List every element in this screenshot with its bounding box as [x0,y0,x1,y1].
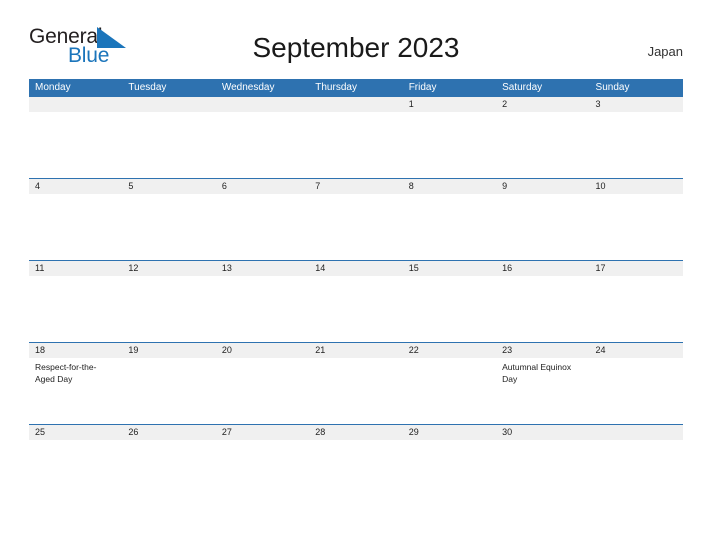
day-cell[interactable] [496,194,589,260]
calendar-week-row: 4 5 6 7 8 9 10 [29,178,683,260]
week-event-band [29,440,683,506]
day-cell[interactable] [216,358,309,424]
day-number[interactable]: 4 [29,179,122,194]
week-event-band: Respect-for-the-Aged Day Autumnal Equino… [29,358,683,424]
day-number[interactable]: 11 [29,261,122,276]
day-cell[interactable] [403,276,496,342]
day-cell[interactable] [29,276,122,342]
week-event-band [29,112,683,178]
day-cell[interactable] [29,194,122,260]
day-number[interactable]: 3 [590,97,683,112]
day-number[interactable]: 15 [403,261,496,276]
day-cell[interactable] [216,440,309,506]
day-number[interactable]: 18 [29,343,122,358]
day-number[interactable] [309,97,402,112]
day-cell[interactable] [309,440,402,506]
day-number[interactable]: 14 [309,261,402,276]
day-event-text: Autumnal Equinox Day [502,362,572,384]
day-number[interactable] [216,97,309,112]
day-cell[interactable] [403,194,496,260]
day-cell[interactable] [496,112,589,178]
day-cell[interactable] [309,358,402,424]
weekday-header-monday: Monday [35,82,71,93]
day-number[interactable]: 22 [403,343,496,358]
day-cell[interactable] [496,276,589,342]
week-date-band: 1 2 3 [29,96,683,112]
week-date-band: 4 5 6 7 8 9 10 [29,178,683,194]
day-cell[interactable] [590,440,683,506]
day-cell[interactable] [122,358,215,424]
day-number[interactable]: 5 [122,179,215,194]
day-number[interactable]: 1 [403,97,496,112]
day-cell[interactable] [309,276,402,342]
day-number[interactable]: 20 [216,343,309,358]
day-number[interactable] [122,97,215,112]
day-cell[interactable] [309,194,402,260]
day-cell[interactable] [309,112,402,178]
page-title: September 2023 [252,32,460,63]
day-event-text: Respect-for-the-Aged Day [35,362,97,384]
day-cell[interactable] [590,358,683,424]
day-number[interactable]: 19 [122,343,215,358]
day-number[interactable]: 13 [216,261,309,276]
day-number[interactable]: 8 [403,179,496,194]
day-number[interactable]: 27 [216,425,309,440]
weekday-header-sunday: Sunday [595,82,630,93]
calendar-week-row: 11 12 13 14 15 16 17 [29,260,683,342]
calendar-week-row: 18 19 20 21 22 23 24 Respect-for-the-Age… [29,342,683,424]
calendar-week-row: 1 2 3 [29,96,683,178]
day-number[interactable]: 16 [496,261,589,276]
week-event-band [29,194,683,260]
day-cell[interactable] [590,194,683,260]
day-cell[interactable] [590,276,683,342]
week-date-band: 18 19 20 21 22 23 24 [29,342,683,358]
calendar-week-row: 25 26 27 28 29 30 [29,424,683,506]
day-number[interactable]: 2 [496,97,589,112]
day-number[interactable]: 28 [309,425,402,440]
day-cell[interactable] [122,440,215,506]
weekday-header-thursday: Thursday [315,82,357,93]
day-cell[interactable] [403,358,496,424]
day-cell[interactable]: Autumnal Equinox Day [496,358,589,424]
weekday-header-friday: Friday [408,82,437,93]
week-event-band [29,276,683,342]
country-label: Japan [647,44,683,59]
day-number[interactable]: 23 [496,343,589,358]
day-cell[interactable] [403,112,496,178]
day-cell[interactable] [496,440,589,506]
day-cell[interactable] [216,276,309,342]
day-number[interactable]: 6 [216,179,309,194]
day-cell[interactable]: Respect-for-the-Aged Day [29,358,122,424]
day-cell[interactable] [590,112,683,178]
day-number[interactable]: 12 [122,261,215,276]
day-number[interactable]: 21 [309,343,402,358]
day-number[interactable]: 29 [403,425,496,440]
day-cell[interactable] [216,194,309,260]
day-number[interactable]: 30 [496,425,589,440]
day-cell[interactable] [216,112,309,178]
day-cell[interactable] [29,440,122,506]
day-cell[interactable] [29,112,122,178]
day-cell[interactable] [122,276,215,342]
day-number[interactable]: 17 [590,261,683,276]
page-header: General Blue September 2023 Japan [0,0,712,67]
weekday-header-wednesday: Wednesday [221,82,275,93]
day-number[interactable]: 24 [590,343,683,358]
day-number[interactable]: 7 [309,179,402,194]
weekday-header-tuesday: Tuesday [128,82,167,93]
day-cell[interactable] [122,112,215,178]
day-cell[interactable] [403,440,496,506]
weekday-header-row: Monday Tuesday Wednesday Thursday Friday… [29,79,683,96]
calendar-grid: Monday Tuesday Wednesday Thursday Friday… [29,79,683,506]
day-number[interactable]: 26 [122,425,215,440]
day-number[interactable]: 25 [29,425,122,440]
day-number[interactable]: 9 [496,179,589,194]
day-cell[interactable] [122,194,215,260]
weekday-header-saturday: Saturday [502,82,543,93]
week-date-band: 25 26 27 28 29 30 [29,424,683,440]
day-number[interactable] [590,425,683,440]
week-date-band: 11 12 13 14 15 16 17 [29,260,683,276]
day-number[interactable]: 10 [590,179,683,194]
day-number[interactable] [29,97,122,112]
